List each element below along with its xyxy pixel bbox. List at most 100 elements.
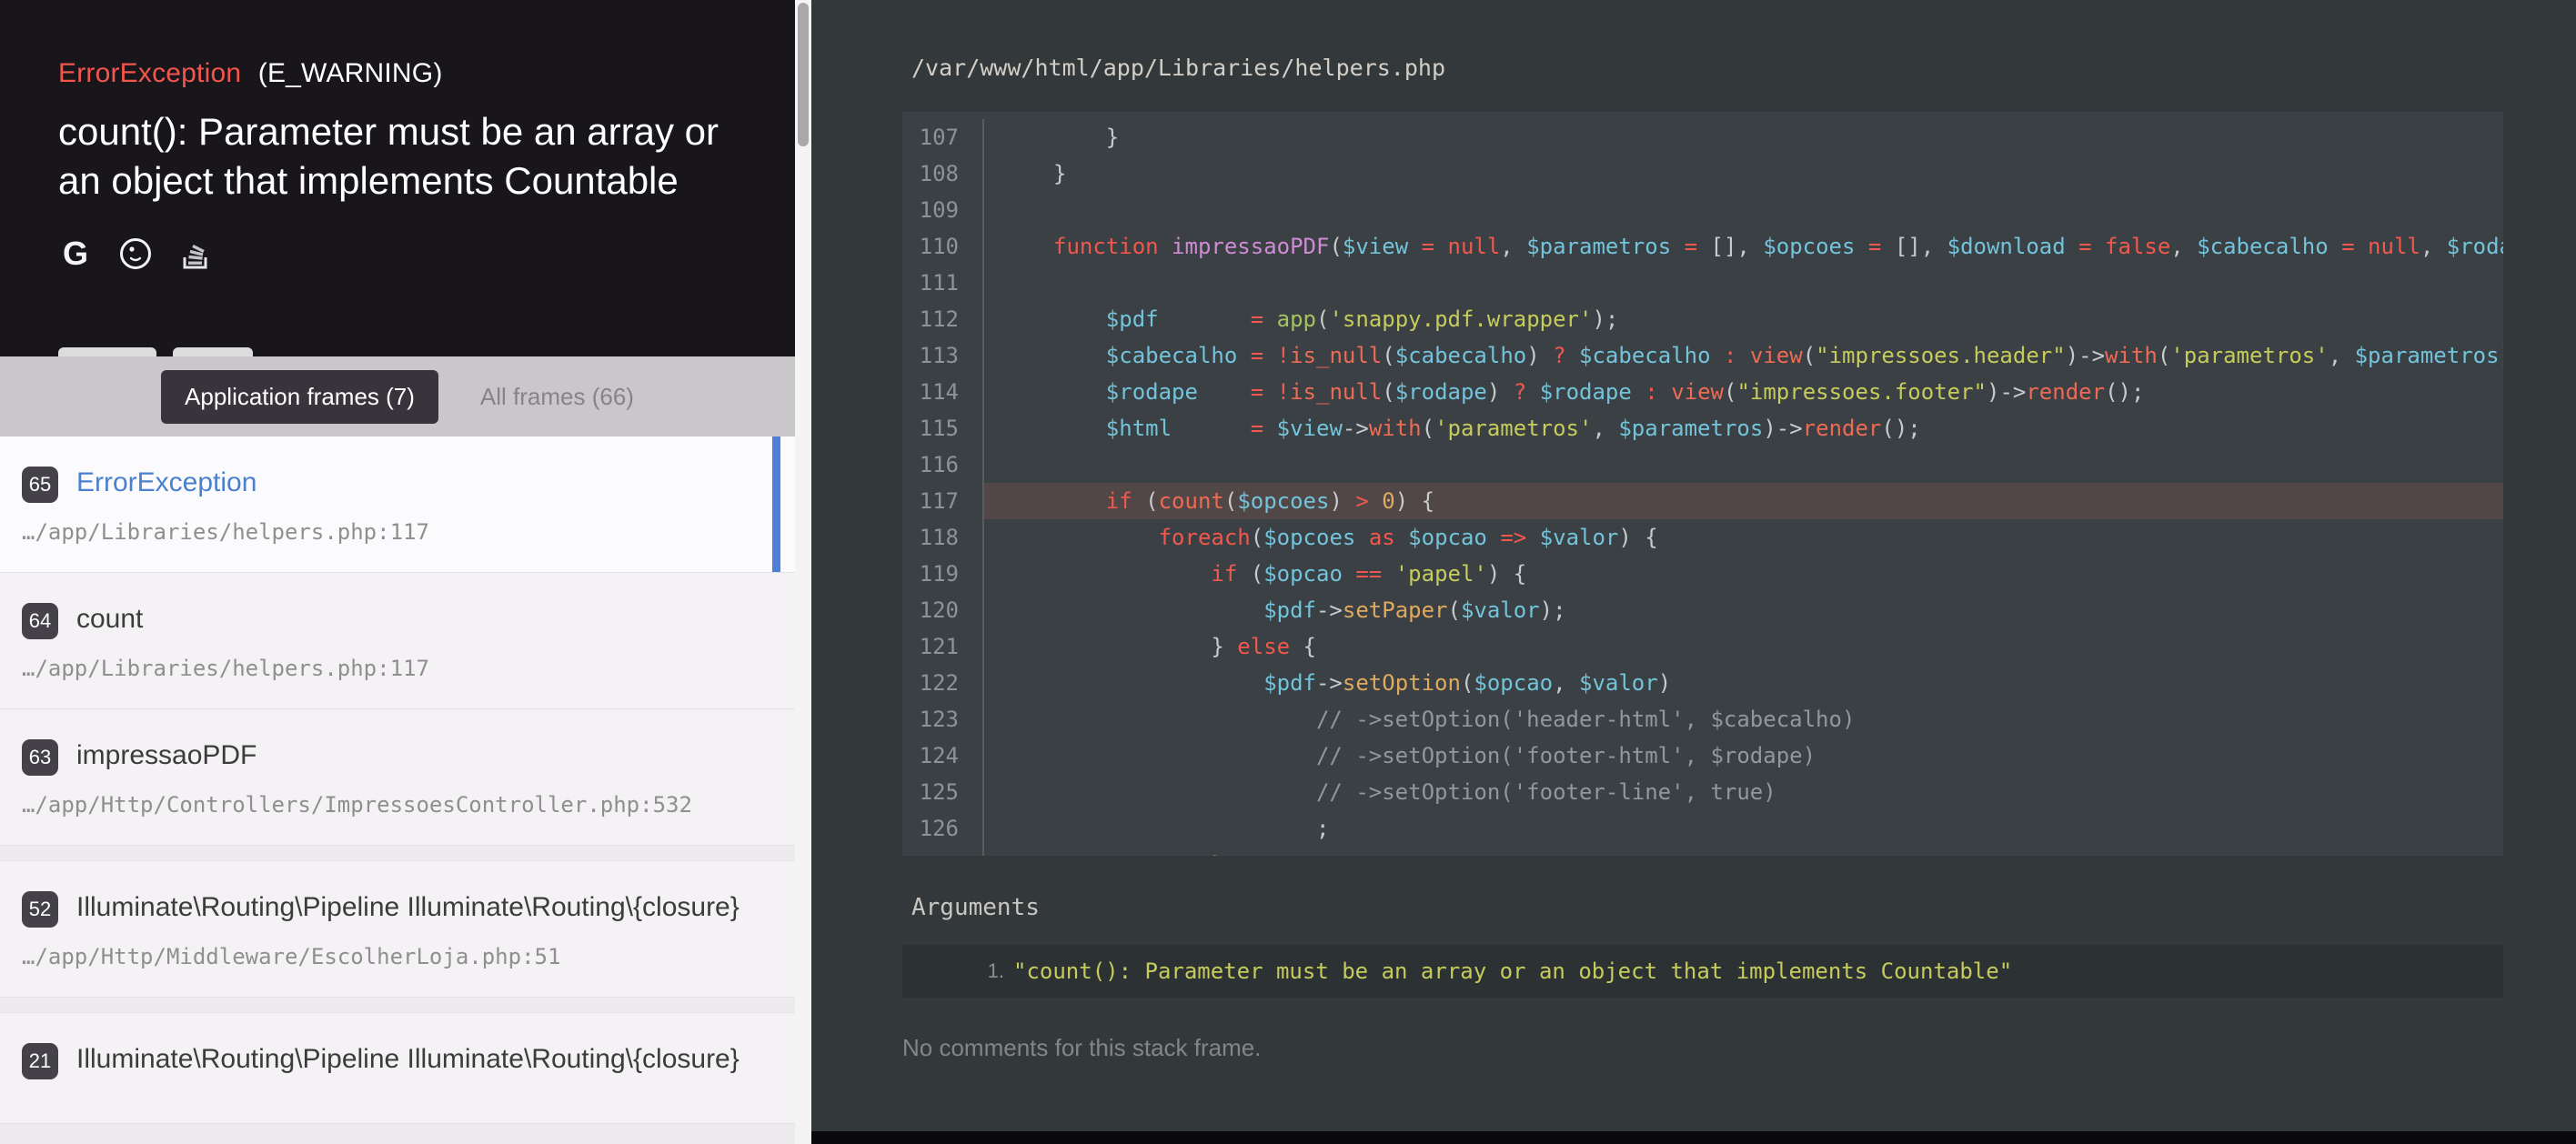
code-line: 110function impressaoPDF($view = null, $… <box>902 228 2503 265</box>
code-line: 127 } <box>902 847 2503 856</box>
argument-index: 1. <box>902 959 1013 983</box>
line-number: 108 <box>902 156 982 192</box>
stack-frame[interactable]: 65 ErrorException …/app/Libraries/helper… <box>0 437 795 573</box>
code-text: foreach($opcoes as $opcao => $valor) { <box>982 519 2503 556</box>
code-line: 111 <box>902 265 2503 301</box>
whoops-error-page: ErrorException (E_WARNING) count(): Para… <box>0 0 2576 1144</box>
clipped-button[interactable] <box>58 347 156 356</box>
code-text: // ->setOption('footer-html', $rodape) <box>982 738 2503 774</box>
line-number: 122 <box>902 665 982 701</box>
line-number: 127 <box>902 847 982 856</box>
line-number: 117 <box>902 483 982 519</box>
code-line: 123 // ->setOption('header-html', $cabec… <box>902 701 2503 738</box>
tab-application-frames[interactable]: Application frames (7) <box>161 370 438 424</box>
argument-row: 1. "count(): Parameter must be an array … <box>902 945 2503 998</box>
code-line: 121 } else { <box>902 628 2503 665</box>
code-line: 119 if ($opcao == 'papel') { <box>902 556 2503 592</box>
exception-severity: (E_WARNING) <box>258 58 443 88</box>
frames-list: 65 ErrorException …/app/Libraries/helper… <box>0 437 795 1144</box>
stack-frame[interactable]: 63 impressaoPDF …/app/Http/Controllers/I… <box>0 709 795 846</box>
line-number: 109 <box>902 192 982 228</box>
code-line: 113 $cabecalho = !is_null($cabecalho) ? … <box>902 337 2503 374</box>
exception-header: ErrorException (E_WARNING) count(): Para… <box>0 0 795 356</box>
frame-title: impressaoPDF <box>76 738 257 773</box>
line-number: 112 <box>902 301 982 337</box>
clipped-header-buttons <box>58 347 253 356</box>
code-line: 124 // ->setOption('footer-html', $rodap… <box>902 738 2503 774</box>
stack-frame[interactable]: 64 count …/app/Libraries/helpers.php:117 <box>0 573 795 709</box>
code-text: } <box>982 119 2503 156</box>
code-text <box>982 447 2503 483</box>
code-line: 118 foreach($opcoes as $opcao => $valor)… <box>902 519 2503 556</box>
arguments-list: 1. "count(): Parameter must be an array … <box>811 945 2576 998</box>
code-text: } <box>982 156 2503 192</box>
code-line: 115 $html = $view->with('parametros', $p… <box>902 410 2503 447</box>
frame-number-badge: 65 <box>22 467 58 503</box>
code-line: 108} <box>902 156 2503 192</box>
exception-type-line: ErrorException (E_WARNING) <box>58 0 737 89</box>
code-line: 107 } <box>902 119 2503 156</box>
frame-head: 63 impressaoPDF <box>22 738 759 776</box>
frame-number-badge: 21 <box>22 1043 58 1079</box>
code-panel: /var/www/html/app/Libraries/helpers.php … <box>811 0 2576 1144</box>
code-text: $pdf->setOption($opcao, $valor) <box>982 665 2503 701</box>
frame-number-badge: 64 <box>22 603 58 639</box>
frame-title: count <box>76 602 143 637</box>
exception-message: count(): Parameter must be an array or a… <box>58 107 737 206</box>
code-line: 114 $rodape = !is_null($rodape) ? $rodap… <box>902 374 2503 410</box>
exception-class: ErrorException <box>58 58 241 88</box>
search-links: G <box>58 236 737 271</box>
code-text: ; <box>982 810 2503 847</box>
frame-number-badge: 63 <box>22 739 58 776</box>
page-scrollbar-track <box>795 0 811 1144</box>
line-number: 118 <box>902 519 982 556</box>
code-line: 112 $pdf = app('snappy.pdf.wrapper'); <box>902 301 2503 337</box>
line-number: 119 <box>902 556 982 592</box>
code-text: $rodape = !is_null($rodape) ? $rodape : … <box>982 374 2503 410</box>
line-number: 121 <box>902 628 982 665</box>
stack-frame[interactable]: 21 Illuminate\Routing\Pipeline Illuminat… <box>0 1012 795 1124</box>
frame-path: …/app/Libraries/helpers.php:117 <box>22 656 759 681</box>
frame-head: 52 Illuminate\Routing\Pipeline Illuminat… <box>22 890 759 928</box>
file-path: /var/www/html/app/Libraries/helpers.php <box>811 0 2576 112</box>
stackoverflow-icon[interactable] <box>178 236 213 271</box>
line-number: 123 <box>902 701 982 738</box>
frame-head: 65 ErrorException <box>22 466 759 503</box>
google-icon[interactable]: G <box>58 236 93 271</box>
code-text <box>982 192 2503 228</box>
line-number: 110 <box>902 228 982 265</box>
code-text: } else { <box>982 628 2503 665</box>
google-glyph: G <box>63 236 88 271</box>
frame-path: …/app/Http/Controllers/ImpressoesControl… <box>22 792 759 818</box>
arguments-heading: Arguments <box>911 894 2576 921</box>
line-number: 116 <box>902 447 982 483</box>
code-line: 109 <box>902 192 2503 228</box>
line-number: 111 <box>902 265 982 301</box>
code-text: $pdf = app('snappy.pdf.wrapper'); <box>982 301 2503 337</box>
line-number: 115 <box>902 410 982 447</box>
frame-head: 64 count <box>22 602 759 639</box>
code-text: $pdf->setPaper($valor); <box>982 592 2503 628</box>
code-text: $cabecalho = !is_null($cabecalho) ? $cab… <box>982 337 2503 374</box>
frame-title: ErrorException <box>76 466 257 500</box>
code-text: // ->setOption('header-html', $cabecalho… <box>982 701 2503 738</box>
left-panel: ErrorException (E_WARNING) count(): Para… <box>0 0 795 1144</box>
line-number: 125 <box>902 774 982 810</box>
tab-all-frames[interactable]: All frames (66) <box>480 383 634 411</box>
line-number: 107 <box>902 119 982 156</box>
page-scrollbar-thumb[interactable] <box>798 3 809 146</box>
code-viewer: 107 }108}109110function impressaoPDF($vi… <box>902 112 2503 856</box>
clipped-button[interactable] <box>173 347 253 356</box>
code-text: function impressaoPDF($view = null, $par… <box>982 228 2503 265</box>
frame-number-badge: 52 <box>22 891 58 928</box>
duckduckgo-icon[interactable] <box>118 236 153 271</box>
stack-frame[interactable]: 52 Illuminate\Routing\Pipeline Illuminat… <box>0 860 795 998</box>
code-text: if (count($opcoes) > 0) { <box>982 483 2503 519</box>
code-line: 126 ; <box>902 810 2503 847</box>
frame-path: …/app/Libraries/helpers.php:117 <box>22 519 759 545</box>
frame-path: …/app/Http/Middleware/EscolherLoja.php:5… <box>22 944 759 969</box>
line-number: 120 <box>902 592 982 628</box>
line-number: 126 <box>902 810 982 847</box>
code-line: 120 $pdf->setPaper($valor); <box>902 592 2503 628</box>
line-number: 124 <box>902 738 982 774</box>
